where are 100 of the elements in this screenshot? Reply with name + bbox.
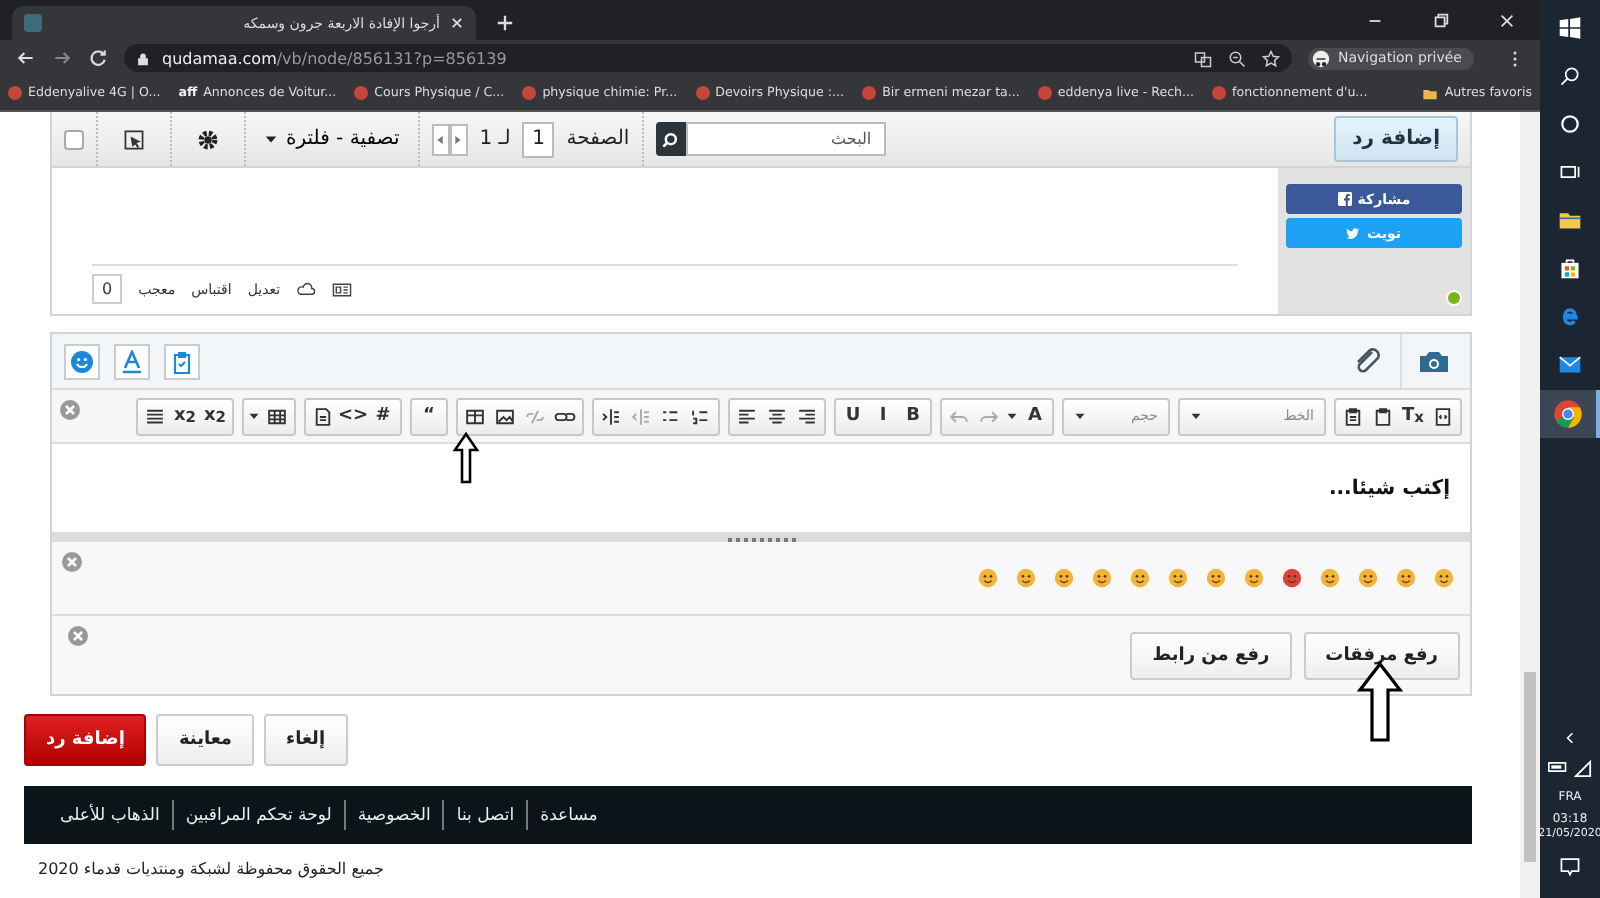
previous-page-button[interactable] [431, 123, 450, 155]
cloud-icon[interactable] [296, 281, 317, 297]
form-button[interactable]: معاينة [156, 714, 254, 766]
emoji-icon[interactable] [1358, 568, 1378, 588]
emoji-icon[interactable] [1168, 568, 1188, 588]
facebook-icon [1337, 192, 1352, 206]
caret-right-icon [454, 133, 463, 145]
search-icon[interactable] [1558, 64, 1582, 88]
text-style-button[interactable] [114, 343, 150, 379]
next-page-button[interactable] [449, 123, 468, 155]
emoji-icon[interactable] [1434, 568, 1454, 588]
shopping-bag-icon[interactable] [1558, 256, 1582, 280]
address-bar[interactable]: qudamaa.com/vb/node/856131?p=856139 [124, 44, 1292, 72]
back-arrow-icon[interactable] [16, 48, 36, 68]
search-field[interactable]: البحث [685, 122, 886, 156]
like-count: 0 [92, 274, 123, 304]
emoji-icon[interactable] [978, 568, 998, 588]
select-checkbox[interactable] [64, 129, 84, 149]
bookmark-favicon-icon [354, 86, 369, 100]
bullet-list-icon [660, 405, 682, 427]
new-tab-icon[interactable] [496, 14, 514, 32]
emoji-icon[interactable] [1320, 568, 1340, 588]
footer-link[interactable]: مساعدة [528, 805, 610, 825]
form-button[interactable]: إضافة رد [24, 714, 147, 766]
resize-handle[interactable] [52, 532, 1470, 542]
close-icon[interactable] [1498, 12, 1516, 30]
page-input[interactable]: 1 [522, 121, 555, 157]
close-icon[interactable] [450, 16, 464, 30]
site-favicon-icon [24, 14, 42, 32]
toolbar-button[interactable]: I [868, 401, 898, 431]
taskbar-browser-button[interactable] [1540, 390, 1600, 438]
zoom-icon[interactable] [1227, 49, 1246, 67]
bookmark-favicon-icon [8, 86, 22, 100]
footer-link[interactable]: لوحة تحكم المراقبين [173, 805, 344, 825]
bookmark-favicon-icon [1037, 86, 1052, 100]
unlink-icon [524, 405, 546, 427]
picture-cursor-icon[interactable] [122, 127, 146, 151]
reload-icon[interactable] [88, 48, 108, 68]
filter-dropdown[interactable]: تصفية - فلترة [258, 128, 406, 150]
footer-link[interactable]: اتصل بنا [444, 805, 527, 825]
indent-icon [600, 405, 622, 427]
toolbar-button[interactable]: “ [414, 401, 444, 431]
upload-button[interactable]: رفع مرفقات [1303, 631, 1460, 679]
toolbar-button[interactable]: <> [338, 401, 368, 431]
chevron-left-icon[interactable] [1562, 730, 1578, 746]
bookmark-favicon-icon [862, 86, 877, 100]
emoji-icon[interactable] [1282, 568, 1302, 588]
star-icon[interactable] [1261, 49, 1280, 67]
emoji-icon[interactable] [1016, 568, 1036, 588]
online-status-icon [1446, 290, 1462, 306]
settings-icon[interactable] [196, 127, 220, 151]
browser-logo-icon [1552, 398, 1584, 430]
notification-icon[interactable] [1558, 854, 1582, 878]
lock-icon [136, 51, 150, 65]
copyright-text: جميع الحقوق محفوظة لشبكة ومنتديات قدماء 2020 [38, 860, 386, 878]
mail-icon[interactable] [1558, 352, 1582, 376]
upload-button[interactable]: رفع من رابط [1130, 631, 1292, 679]
network-icon[interactable] [1574, 760, 1592, 778]
footer-link[interactable]: الذهاب للأعلى [48, 805, 172, 825]
emoji-icon[interactable] [1092, 568, 1112, 588]
emoji-icon[interactable] [1206, 568, 1226, 588]
footer-link[interactable]: الخصوصية [345, 805, 443, 825]
toolbar-button[interactable]: B [898, 401, 928, 431]
align-right-icon [796, 405, 818, 427]
page-label: الصفحة [566, 128, 630, 150]
search-icon [660, 129, 681, 149]
emoji-icon[interactable] [1130, 568, 1150, 588]
id-card-icon[interactable] [332, 281, 353, 297]
image-icon [494, 405, 516, 427]
circle-icon[interactable] [1558, 112, 1582, 136]
clipboard-button[interactable] [164, 343, 200, 379]
task-view-icon[interactable] [1558, 160, 1582, 184]
folder-icon[interactable] [1558, 208, 1582, 232]
forward-arrow-icon[interactable] [52, 48, 72, 68]
caret-icon [248, 410, 260, 422]
bird-icon [1346, 226, 1361, 240]
toolbar-button[interactable]: A [1020, 401, 1050, 431]
letter-a-icon [120, 349, 144, 373]
smiley-button[interactable] [64, 343, 100, 379]
bookmark-favicon-icon [695, 86, 710, 100]
search-button[interactable] [655, 122, 686, 156]
emoji-icon[interactable] [1244, 568, 1264, 588]
translate-icon[interactable] [1193, 49, 1212, 67]
emoji-icon[interactable] [1396, 568, 1416, 588]
scrollbar[interactable] [1520, 112, 1540, 898]
add-reply-button[interactable]: إضافة رد [1334, 116, 1458, 162]
form-button[interactable]: إلغاء [264, 714, 348, 766]
message-field[interactable]: إكتب شيئا... [52, 444, 1470, 532]
toolbar-button[interactable]: U [838, 401, 868, 431]
toolbar-button[interactable]: # [368, 401, 398, 431]
battery-icon[interactable] [1548, 760, 1568, 774]
letter-e-icon[interactable] [1558, 304, 1582, 328]
emoji-icon[interactable] [1054, 568, 1074, 588]
paperclip-icon[interactable] [1352, 345, 1384, 377]
caret-icon [1006, 410, 1018, 422]
clipboard-icon [170, 349, 194, 373]
document-icon [312, 405, 334, 427]
windows-logo-icon[interactable] [1558, 16, 1582, 40]
restore-icon[interactable] [1432, 12, 1450, 30]
horizontal-lines-icon [144, 405, 166, 427]
